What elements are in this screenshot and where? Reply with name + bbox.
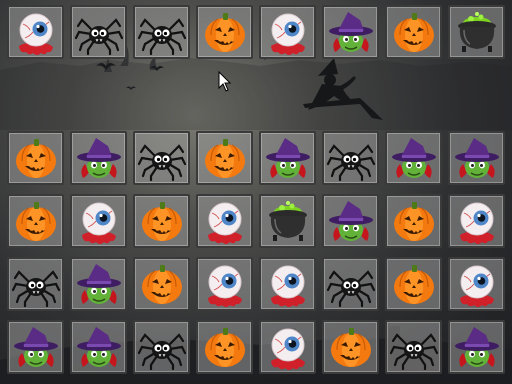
cauldron-icon <box>457 12 496 52</box>
witch-icon <box>328 12 373 52</box>
eyeball-icon <box>18 13 53 55</box>
pumpkin-icon <box>393 265 434 304</box>
tile-eyeball[interactable] <box>7 5 64 59</box>
pumpkin-icon <box>204 139 245 178</box>
tile-pumpkin[interactable] <box>7 131 64 185</box>
spider-icon <box>137 333 186 371</box>
tile-pumpkin[interactable] <box>133 257 190 311</box>
witch-icon <box>76 264 121 304</box>
witch-icon <box>328 201 373 241</box>
spider-icon <box>326 144 375 182</box>
spider-icon <box>137 18 186 56</box>
pumpkin-icon <box>141 202 182 241</box>
pumpkin-icon <box>393 202 434 241</box>
tile-eyeball[interactable] <box>259 320 316 374</box>
tile-witch[interactable] <box>448 131 505 185</box>
tile-cauldron[interactable] <box>448 5 505 59</box>
spider-icon <box>137 144 186 182</box>
tile-witch[interactable] <box>259 131 316 185</box>
tile-witch[interactable] <box>70 320 127 374</box>
tile-witch[interactable] <box>70 257 127 311</box>
pumpkin-icon <box>330 328 371 367</box>
tile-spider[interactable] <box>385 320 442 374</box>
tile-witch[interactable] <box>322 5 379 59</box>
witch-icon <box>76 138 121 178</box>
tile-spider[interactable] <box>322 131 379 185</box>
spider-icon <box>74 18 123 56</box>
spider-icon <box>326 270 375 308</box>
tile-pumpkin[interactable] <box>385 194 442 248</box>
tile-witch[interactable] <box>448 320 505 374</box>
eyeball-icon <box>459 265 494 307</box>
tile-pumpkin[interactable] <box>196 320 253 374</box>
witch-icon <box>13 327 58 367</box>
tile-spider[interactable] <box>133 5 190 59</box>
tile-eyeball[interactable] <box>196 257 253 311</box>
tile-pumpkin[interactable] <box>196 5 253 59</box>
witch-icon <box>454 138 499 178</box>
tile-pumpkin[interactable] <box>196 131 253 185</box>
tile-cauldron[interactable] <box>259 194 316 248</box>
tile-spider[interactable] <box>133 320 190 374</box>
witch-icon <box>265 138 310 178</box>
pumpkin-icon <box>393 13 434 52</box>
pumpkin-icon <box>204 13 245 52</box>
eyeball-icon <box>459 202 494 244</box>
pumpkin-icon <box>15 202 56 241</box>
tile-pumpkin[interactable] <box>385 5 442 59</box>
pumpkin-icon <box>204 328 245 367</box>
eyeball-icon <box>270 13 305 55</box>
tile-eyeball[interactable] <box>448 194 505 248</box>
spider-icon <box>389 333 438 371</box>
eyeball-icon <box>207 202 242 244</box>
pumpkin-icon <box>15 139 56 178</box>
tile-eyeball[interactable] <box>70 194 127 248</box>
tile-pumpkin[interactable] <box>385 257 442 311</box>
tile-eyeball[interactable] <box>259 257 316 311</box>
tile-spider[interactable] <box>322 257 379 311</box>
tile-pumpkin[interactable] <box>7 194 64 248</box>
pumpkin-icon <box>141 265 182 304</box>
tile-pumpkin[interactable] <box>133 194 190 248</box>
witch-icon <box>76 327 121 367</box>
tile-spider[interactable] <box>7 257 64 311</box>
tile-eyeball[interactable] <box>448 257 505 311</box>
tile-witch[interactable] <box>7 320 64 374</box>
witch-icon <box>391 138 436 178</box>
tile-eyeball[interactable] <box>196 194 253 248</box>
tile-pumpkin[interactable] <box>322 320 379 374</box>
cauldron-icon <box>268 201 307 241</box>
spider-icon <box>11 270 60 308</box>
tile-eyeball[interactable] <box>259 5 316 59</box>
eyeball-icon <box>207 265 242 307</box>
tile-witch[interactable] <box>70 131 127 185</box>
tile-witch[interactable] <box>322 194 379 248</box>
eyeball-icon <box>270 328 305 370</box>
eyeball-icon <box>270 265 305 307</box>
tile-witch[interactable] <box>385 131 442 185</box>
witch-icon <box>454 327 499 367</box>
eyeball-icon <box>81 202 116 244</box>
tile-spider[interactable] <box>70 5 127 59</box>
tile-spider[interactable] <box>133 131 190 185</box>
